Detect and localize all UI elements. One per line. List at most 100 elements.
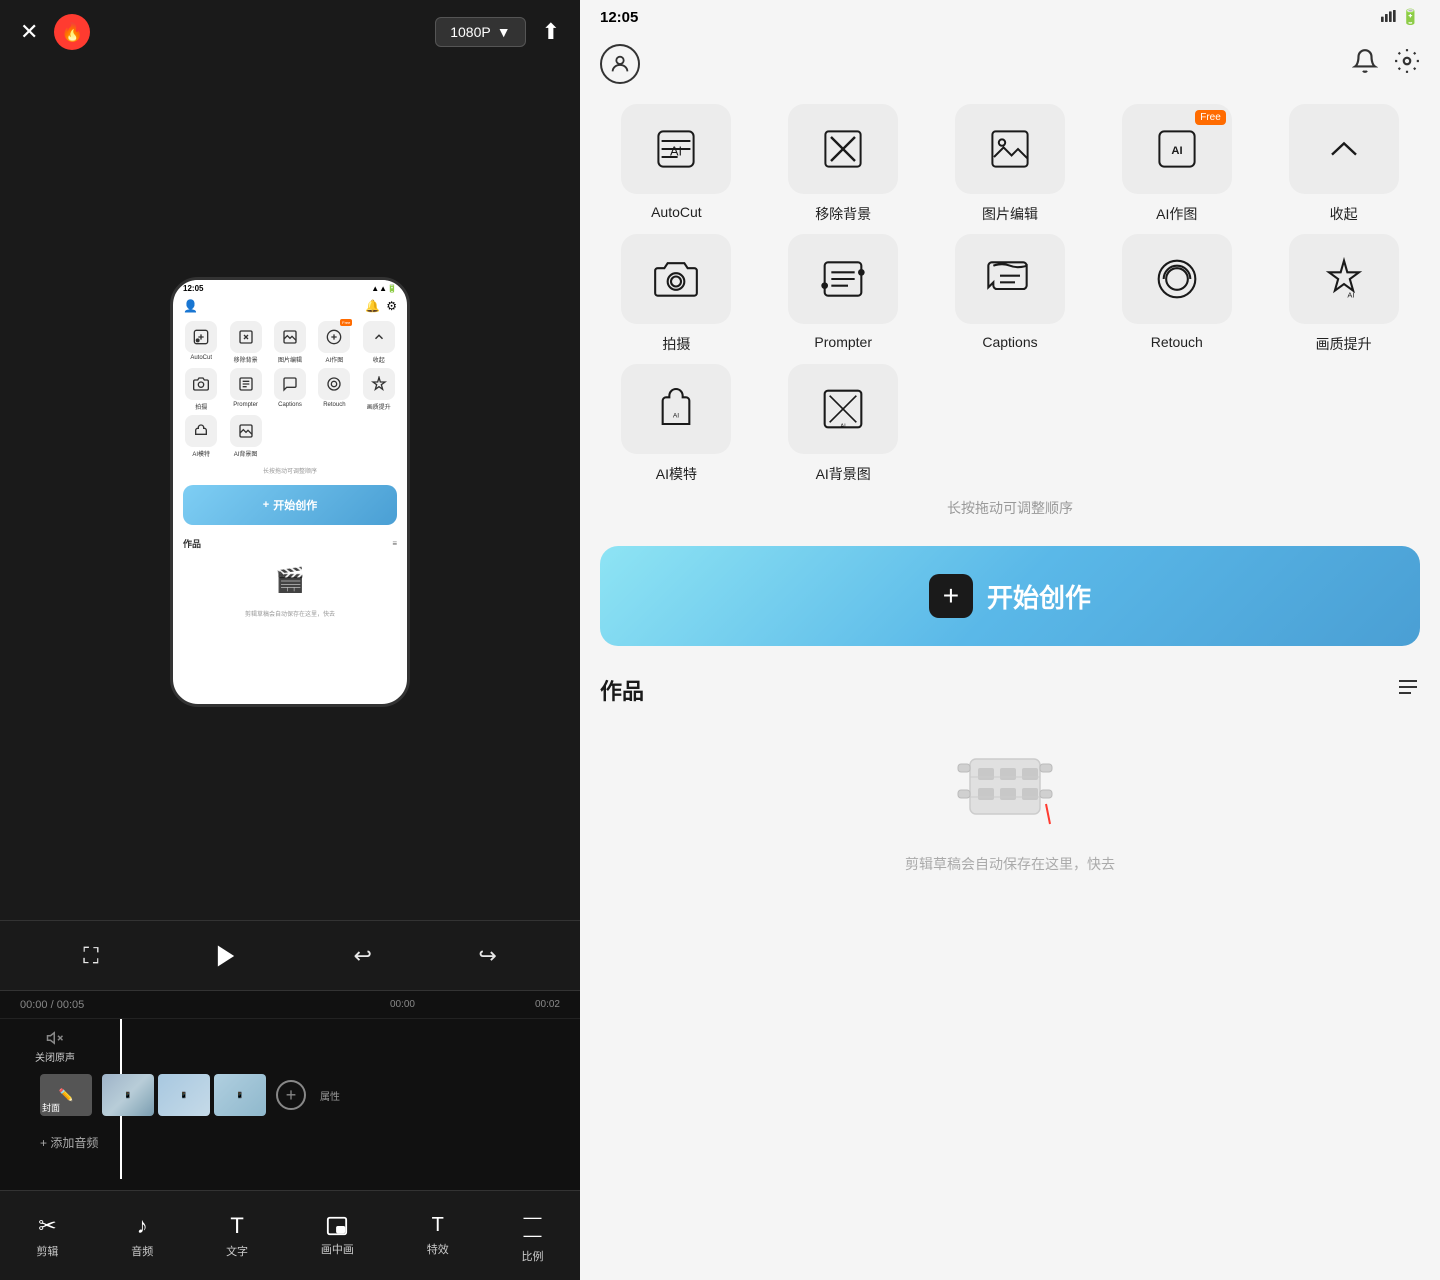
audio-track-row: 关闭原声 [20,1029,580,1064]
timeline-tracks: 关闭原声 ✏️ 封面 📱 📱 📱 [0,1019,580,1191]
feature-prompter[interactable]: Prompter [767,234,920,354]
phone-grid-item-collapse[interactable]: 收起 [359,321,399,364]
svg-text:AI: AI [673,412,679,419]
phone-captions-icon [274,368,306,400]
phone-grid-item-enhance[interactable]: 画质提升 [359,368,399,411]
controls-bar: ⛶ ↩ ↪ [0,920,580,990]
phone-aimodel-icon [185,415,217,447]
phone-grid-item-aibg[interactable]: AI背景图 [225,415,265,458]
left-header-left: ✕ 🔥 [20,14,90,50]
fullscreen-button[interactable]: ⛶ [83,943,98,969]
feature-removebg[interactable]: 移除背景 [767,104,920,224]
close-button[interactable]: ✕ [20,19,38,45]
tool-pip[interactable]: 画中画 [321,1215,354,1257]
phone-aipaint-icon: Free [318,321,350,353]
phone-settings-icon: ⚙ [386,299,397,313]
right-status-icons: 🔋 [1381,8,1420,26]
works-section: 作品 [580,660,1440,714]
add-audio-button[interactable]: + 添加音频 [40,1134,560,1151]
works-menu-icon[interactable] [1396,675,1420,705]
phone-time: 12:05 [183,284,203,293]
tool-text[interactable]: T 文字 [226,1213,248,1259]
phone-create-button[interactable]: + 开始创作 [183,485,397,525]
attr-label: 属性 [320,1088,340,1103]
phone-drag-hint: 长按拖动可调整顺序 [173,462,407,479]
left-header: ✕ 🔥 1080P ▼ ⬆ [0,0,580,64]
settings-icon[interactable] [1394,48,1420,81]
phone-grid-item-photoedit[interactable]: 图片编辑 [270,321,310,364]
empty-state: 剪辑草稿会自动保存在这里，快去 [580,714,1440,904]
feature-photoedit[interactable]: 图片编辑 [934,104,1087,224]
phone-grid-item-autocut[interactable]: AutoCut [181,321,221,364]
timeline-marks: 00:00 00:02 [390,999,560,1010]
phone-header-icons: 👤 🔔 ⚙ [173,295,407,317]
collapse-icon-box [1289,104,1399,194]
phone-autocut-icon [185,321,217,353]
video-clip-3[interactable]: 📱 [214,1074,266,1116]
phone-camera-icon [185,368,217,400]
drag-hint-text: 长按拖动可调整顺序 [580,484,1440,532]
removebg-icon-box [788,104,898,194]
phone-grid-item-prompter[interactable]: Prompter [225,368,265,411]
close-audio-label[interactable]: 关闭原声 [20,1029,90,1064]
phone-grid-item-captions[interactable]: Captions [270,368,310,411]
feature-grid-row3: AI AI模特 AI AI背景图 [580,364,1440,484]
create-button-large[interactable]: + 开始创作 [600,546,1420,646]
prompter-icon-box [788,234,898,324]
phone-prompter-icon [230,368,262,400]
retouch-icon-box [1122,234,1232,324]
phone-status-icons: ▲▲🔋 [371,284,397,293]
tool-effects[interactable]: T 特效 [427,1214,449,1257]
phone-film-icon: 🎬 [173,556,407,605]
svg-text:AI: AI [840,423,846,429]
notification-icon[interactable] [1352,48,1378,81]
feature-captions[interactable]: Captions [934,234,1087,354]
works-title: 作品 [600,674,644,706]
phone-removebg-icon [230,321,262,353]
aipaint-icon-box: Free AI [1122,104,1232,194]
feature-autocut[interactable]: AI AutoCut [600,104,753,224]
user-icon[interactable] [600,44,640,84]
redo-button[interactable]: ↪ [478,943,496,969]
export-button[interactable]: ⬆ [542,19,560,45]
right-status-bar: 12:05 🔋 [580,0,1440,34]
feature-grid-row2: 拍摄 Prompter Captions Retouch AI 画质提升 [580,234,1440,364]
feature-camera[interactable]: 拍摄 [600,234,753,354]
add-clip-button[interactable]: + [276,1080,306,1110]
aibg-icon-box: AI [788,364,898,454]
feature-aipaint[interactable]: Free AI AI作图 [1100,104,1253,224]
free-badge: Free [1195,110,1226,125]
phone-grid-item-camera[interactable]: 拍摄 [181,368,221,411]
phone-grid-item-removebg[interactable]: 移除背景 [225,321,265,364]
phone-feature-grid: AutoCut 移除背景 图片编辑 Free [173,317,407,462]
play-button[interactable] [205,935,247,977]
film-icon-area [950,744,1070,844]
feature-collapse[interactable]: 收起 [1267,104,1420,224]
bottom-toolbar: ✂ 剪辑 ♪ 音频 T 文字 画中画 T 特效 —— 比例 [0,1190,580,1280]
feature-aibg[interactable]: AI AI背景图 [767,364,920,484]
resolution-selector[interactable]: 1080P ▼ [435,17,525,47]
tool-cut[interactable]: ✂ 剪辑 [36,1213,58,1259]
phone-enhance-icon [363,368,395,400]
phone-grid-item-aimodel[interactable]: AI模特 [181,415,221,458]
feature-enhance[interactable]: AI 画质提升 [1267,234,1420,354]
phone-grid-item-aipaint[interactable]: Free AI作图 [314,321,354,364]
feature-retouch[interactable]: Retouch [1100,234,1253,354]
video-clip-1[interactable]: 📱 [102,1074,154,1116]
enhance-icon-box: AI [1289,234,1399,324]
phone-user-icon: 👤 [183,299,198,313]
tool-ratio[interactable]: —— 比例 [522,1208,544,1264]
undo-button[interactable]: ↩ [353,943,371,969]
tool-audio[interactable]: ♪ 音频 [131,1213,153,1259]
timeline-ruler: 00:00 / 00:05 00:00 00:02 [0,991,580,1019]
phone-works-section: 作品 ≡ [173,531,407,556]
video-clips: 📱 📱 📱 [102,1074,266,1116]
feature-aimodel[interactable]: AI AI模特 [600,364,753,484]
autocut-icon-box: AI [621,104,731,194]
video-clip-2[interactable]: 📱 [158,1074,210,1116]
phone-mockup: 12:05 ▲▲🔋 👤 🔔 ⚙ AutoCut [170,277,410,707]
create-btn-text: 开始创作 [987,578,1091,615]
phone-aibg-icon [230,415,262,447]
phone-grid-item-retouch[interactable]: Retouch [314,368,354,411]
cover-clip[interactable]: ✏️ 封面 [40,1074,92,1116]
